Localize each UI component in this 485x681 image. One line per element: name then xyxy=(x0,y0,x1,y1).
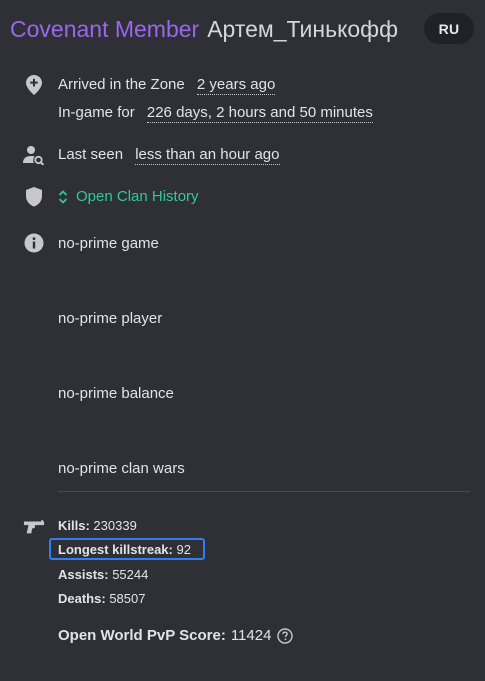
info-icon xyxy=(23,232,45,254)
help-circle-icon[interactable] xyxy=(277,627,294,644)
deaths-stat: Deaths: 58507 xyxy=(58,591,145,606)
info-item-balance: no-prime balance xyxy=(58,385,174,402)
last-seen-value[interactable]: less than an hour ago xyxy=(135,146,280,165)
profile-header: Covenant Member Артем_Тинькофф xyxy=(10,13,398,45)
player-nickname: Артем_Тинькофф xyxy=(207,15,399,42)
ingame-value[interactable]: 226 days, 2 hours and 50 minutes xyxy=(146,104,373,123)
pvp-score-label: Open World PvP Score: xyxy=(58,627,226,644)
info-item-clan-wars: no-prime clan wars xyxy=(58,460,185,477)
pvp-score: Open World PvP Score: 11424 xyxy=(58,627,294,644)
divider xyxy=(58,491,470,492)
open-clan-history-link[interactable]: Open Clan History xyxy=(58,188,199,205)
kills-stat: Kills: 230339 xyxy=(58,518,137,533)
assists-stat: Assists: 55244 xyxy=(58,567,148,582)
kills-value: 230339 xyxy=(93,518,137,533)
killstreak-label: Longest killstreak: xyxy=(58,542,173,557)
last-seen-row: Last seen less than an hour ago xyxy=(58,146,280,165)
pistol-icon xyxy=(23,516,45,538)
info-item-game: no-prime game xyxy=(58,235,159,252)
deaths-label: Deaths: xyxy=(58,591,106,606)
deaths-value: 58507 xyxy=(109,591,146,606)
user-search-icon xyxy=(23,144,45,166)
assists-label: Assists: xyxy=(58,567,109,582)
kills-label: Kills: xyxy=(58,518,90,533)
player-rank: Covenant Member xyxy=(10,15,200,42)
language-badge[interactable]: RU xyxy=(424,13,474,44)
map-pin-plus-icon xyxy=(23,74,45,96)
clan-history-row: Open Clan History xyxy=(58,188,199,205)
chevron-up-down-icon xyxy=(58,189,68,205)
arrived-label: Arrived in the Zone xyxy=(58,76,185,93)
shield-icon xyxy=(23,185,45,207)
open-clan-history-label: Open Clan History xyxy=(76,188,199,205)
killstreak-value: 92 xyxy=(176,542,191,557)
arrived-value[interactable]: 2 years ago xyxy=(196,76,276,95)
ingame-label: In-game for xyxy=(58,104,135,121)
ingame-row: In-game for 226 days, 2 hours and 50 min… xyxy=(58,104,373,123)
last-seen-label: Last seen xyxy=(58,146,124,163)
info-item-player: no-prime player xyxy=(58,310,163,327)
arrived-row: Arrived in the Zone 2 years ago xyxy=(58,76,276,95)
pvp-score-value: 11424 xyxy=(230,627,272,644)
killstreak-stat: Longest killstreak: 92 xyxy=(58,542,191,557)
assists-value: 55244 xyxy=(112,567,149,582)
